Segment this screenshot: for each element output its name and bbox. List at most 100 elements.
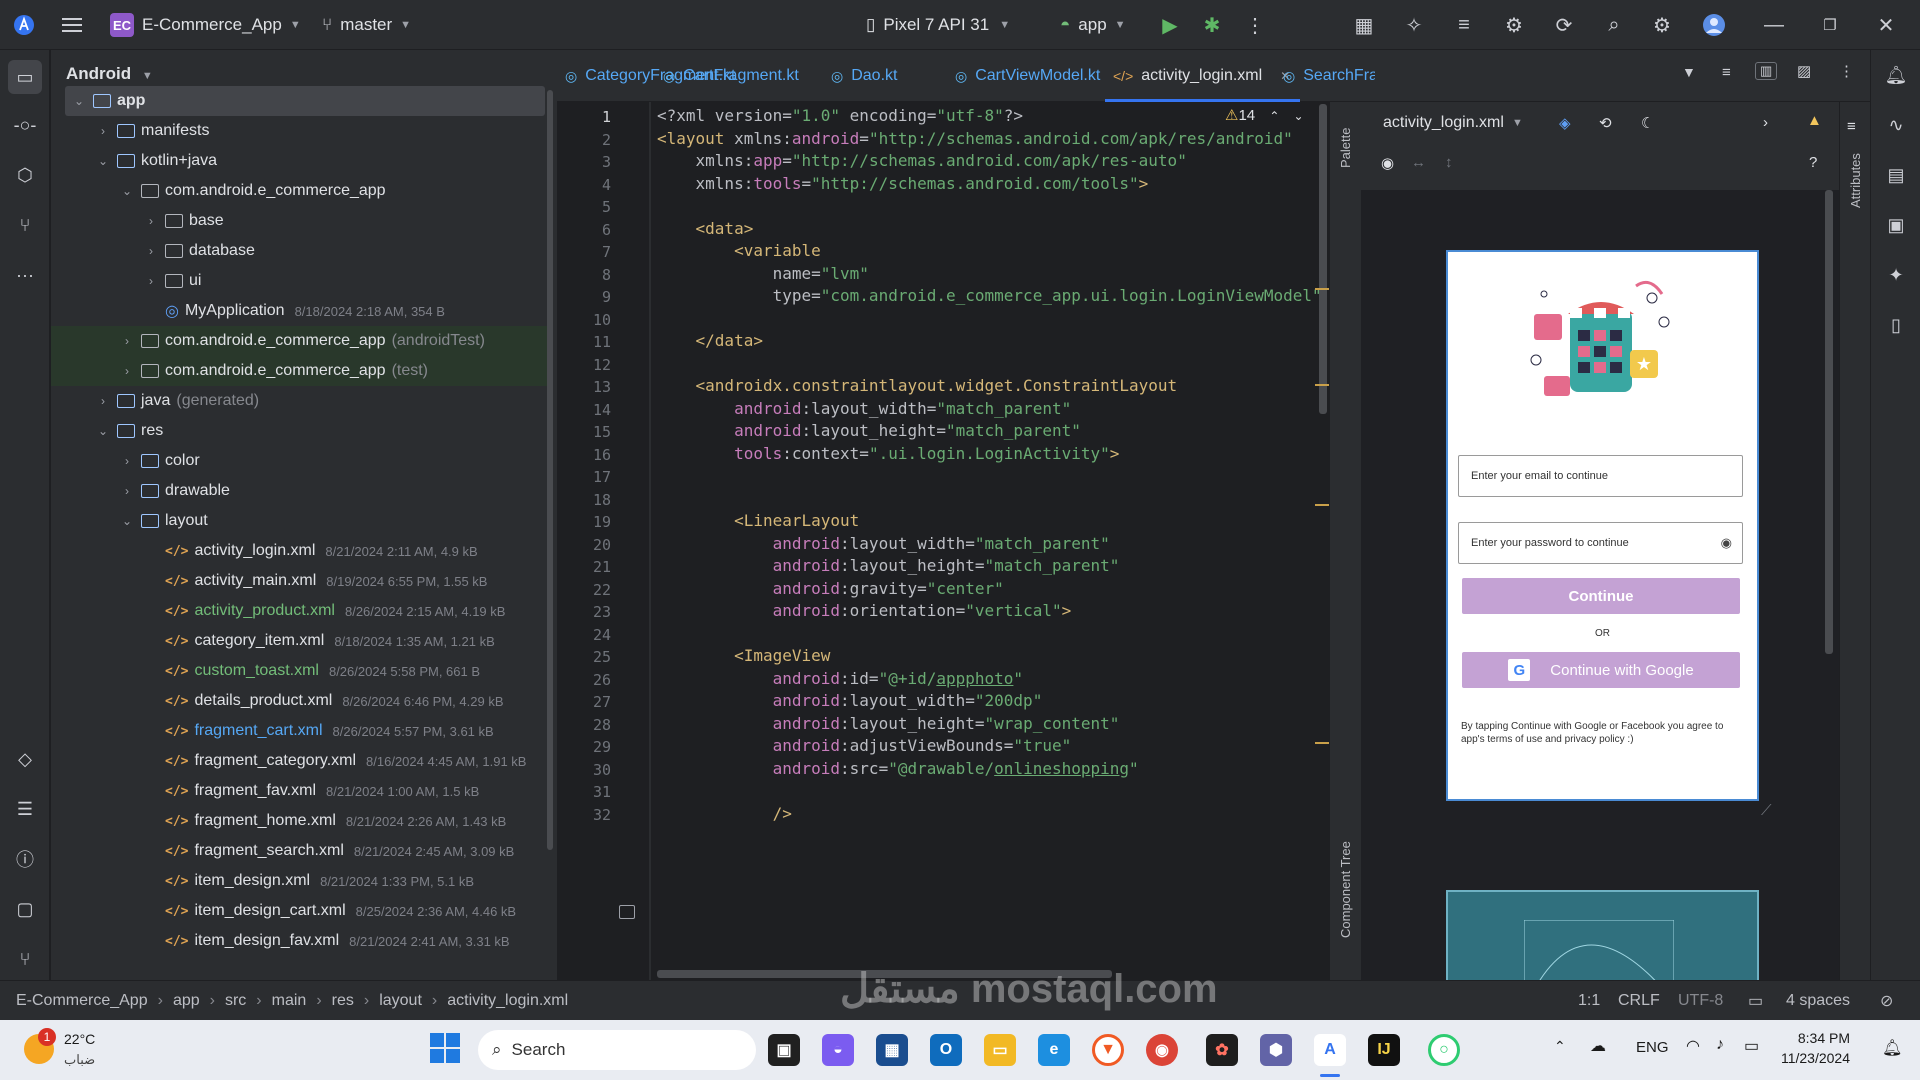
file-explorer-icon[interactable]: ▭ [984,1034,1016,1066]
tree-item[interactable]: </> activity_login.xml 8/21/2024 2:11 AM, … [51,536,551,566]
code-line[interactable]: android:id="@+id/appphoto" [657,669,1023,688]
tree-item[interactable]: </> item_design_fav.xml 8/21/2024 2:41 AM,… [51,926,551,956]
branch-switcher[interactable]: ⑂ master ▼ [322,0,411,50]
code-line[interactable]: <ImageView [657,646,830,665]
more-actions-icon[interactable]: ⋮ [1243,13,1267,37]
chevron-right-icon[interactable]: › [143,274,159,288]
tree-item[interactable]: › color [51,446,551,476]
tree-item[interactable]: </> category_item.xml 8/18/2024 1:35 AM, 1… [51,626,551,656]
tree-item[interactable]: › base [51,206,551,236]
project-view-selector[interactable]: Android ▼ [66,64,153,84]
chevron-down-icon[interactable]: ⌄ [71,94,87,108]
task-view-icon[interactable]: ▣ [768,1034,800,1066]
code-line[interactable]: android:layout_width="200dp" [657,691,1043,710]
google-button[interactable]: G Continue with Google [1462,652,1740,688]
tree-item[interactable]: </> details_product.xml 8/26/2024 6:46 PM,… [51,686,551,716]
tree-item[interactable]: </> activity_main.xml 8/19/2024 6:55 PM, 1… [51,566,551,596]
tree-item[interactable]: › manifests [51,116,551,146]
file-encoding[interactable]: UTF-8 [1678,981,1723,1021]
editor-tab[interactable]: </> activity_login.xml ✕ [1105,50,1301,102]
project-switcher[interactable]: EC E-Commerce_App ▼ [110,0,301,50]
tree-item[interactable]: › drawable [51,476,551,506]
code-editor[interactable]: 1 <?xml version="1.0" encoding="utf-8"?> 2… [557,102,1329,980]
chevron-right-icon[interactable]: › [95,394,111,408]
tree-item[interactable]: › database [51,236,551,266]
editor-tab[interactable]: ◎ Dao.kt [823,50,907,102]
tree-item[interactable]: </> custom_toast.xml 8/26/2024 5:58 PM, 66… [51,656,551,686]
split-view-icon[interactable]: ▥ [1755,62,1778,80]
warning-marker[interactable] [1315,288,1329,290]
chevron-right-icon[interactable]: › [119,454,135,468]
device-selector[interactable]: ▯ Pixel 7 API 31 ▼ [866,0,1010,50]
commit-icon[interactable]: -○- [12,112,38,138]
code-line[interactable]: android:layout_width="match_parent" [657,534,1110,553]
device-manager-icon[interactable]: ▦ [1352,13,1376,37]
editor-tab[interactable]: ◎ CartViewModel.kt [947,50,1110,102]
outlook-icon[interactable]: O [930,1034,962,1066]
tree-item[interactable]: ⌄ app [65,86,545,116]
store-icon[interactable]: ▦ [876,1034,908,1066]
code-line[interactable]: android:orientation="vertical"> [657,601,1072,620]
code-line[interactable]: android:src="@drawable/onlineshopping" [657,759,1139,778]
code-line[interactable]: <data> [657,219,754,238]
sync-app-icon[interactable]: ○ [1428,1034,1460,1066]
tree-item[interactable]: </> fragment_category.xml 8/16/2024 4:45 A… [51,746,551,776]
taskbar-search[interactable]: ⌕ Search [478,1030,756,1070]
chevron-down-icon[interactable]: ⌄ [119,514,135,528]
project-folder-icon[interactable]: ▭ [8,60,42,94]
problems-icon[interactable]: ⓘ [12,846,38,872]
design-canvas[interactable]: ★ Enter your email to continue Enter you… [1361,190,1839,990]
pull-requests-icon[interactable]: ⑂ [12,212,38,238]
close-icon[interactable]: ✕ [1874,13,1898,37]
chevron-up-icon[interactable]: ⌃ [1554,1038,1566,1055]
brave-icon[interactable]: ▼ [1092,1034,1124,1066]
sync-icon[interactable]: ≡ [1452,13,1476,37]
device-file-explorer-icon[interactable]: ▤ [1883,162,1909,188]
breadcrumb-item[interactable]: layout [379,992,422,1010]
eye-icon[interactable]: ◉ [1721,535,1732,551]
component-tree-label[interactable]: Component Tree [1338,841,1353,938]
code-line[interactable]: name="lvm" [657,264,869,283]
code-line[interactable]: tools:context=".ui.login.LoginActivity"> [657,444,1119,463]
run-icon[interactable]: ▶ [1158,13,1182,37]
resize-vertical-icon[interactable]: ↕ [1445,154,1453,171]
tree-item[interactable]: </> fragment_search.xml 8/21/2024 2:45 AM,… [51,836,551,866]
breadcrumb-item[interactable]: main [272,992,307,1010]
edge-icon[interactable]: e [1038,1034,1070,1066]
tab-more-icon[interactable]: ⋮ [1839,62,1854,80]
attributes-icon[interactable]: ≡ [1847,118,1856,135]
tree-item[interactable]: › com.android.e_commerce_app (androidTest) [51,326,551,356]
chevron-right-icon[interactable]: › [119,334,135,348]
chevron-down-icon[interactable]: ⌄ [119,184,135,198]
tree-item[interactable]: </> activity_product.xml 8/26/2024 2:15 AM… [51,596,551,626]
code-line[interactable]: <variable [657,241,821,260]
copilot-icon[interactable]: ◒ [822,1034,854,1066]
code-line[interactable]: type="com.android.e_commerce_app.ui.logi… [657,286,1322,305]
terminal-icon[interactable]: ▢ [12,896,38,922]
design-scrollbar[interactable] [1825,190,1833,654]
wifi-icon[interactable]: ◠ [1686,1036,1700,1056]
lock-icon[interactable]: ⊘ [1880,981,1893,1021]
chevron-right-icon[interactable]: › [1763,114,1768,131]
tree-item[interactable]: </> fragment_home.xml 8/21/2024 2:26 AM, 1… [51,806,551,836]
tree-item[interactable]: ⌄ kotlin+java [51,146,551,176]
device-mirroring-icon[interactable]: ▯ [1883,312,1909,338]
chevron-down-icon[interactable]: ⌄ [95,424,111,438]
editor-tab[interactable]: ◎ CartFragment.kt [655,50,809,102]
code-line[interactable]: android:layout_height="match_parent" [657,421,1081,440]
tree-item[interactable]: › ui [51,266,551,296]
jetbrains-icon[interactable]: IJ [1368,1034,1400,1066]
tree-item[interactable]: ◎ MyApplication 8/18/2024 2:18 AM, 354 B [51,296,551,326]
restore-icon[interactable]: ❐ [1818,13,1842,37]
tree-item[interactable]: </> fragment_fav.xml 8/21/2024 1:00 AM, 1.… [51,776,551,806]
breadcrumb-item[interactable]: res [332,992,354,1010]
design-surface-icon[interactable]: ◈ [1559,114,1571,132]
tree-item[interactable]: </> item_design.xml 8/21/2024 1:33 PM, 5.1… [51,866,551,896]
android-studio-icon[interactable] [12,13,36,37]
gemini-icon[interactable]: ◇ [12,746,38,772]
blueprint-preview[interactable] [1446,890,1759,990]
logcat-icon[interactable]: ☰ [12,796,38,822]
android-studio-task-icon[interactable]: A [1314,1034,1346,1066]
code-line[interactable]: xmlns:app="http://schemas.android.com/ap… [657,151,1187,170]
design-view-icon[interactable]: ▨ [1797,62,1811,80]
